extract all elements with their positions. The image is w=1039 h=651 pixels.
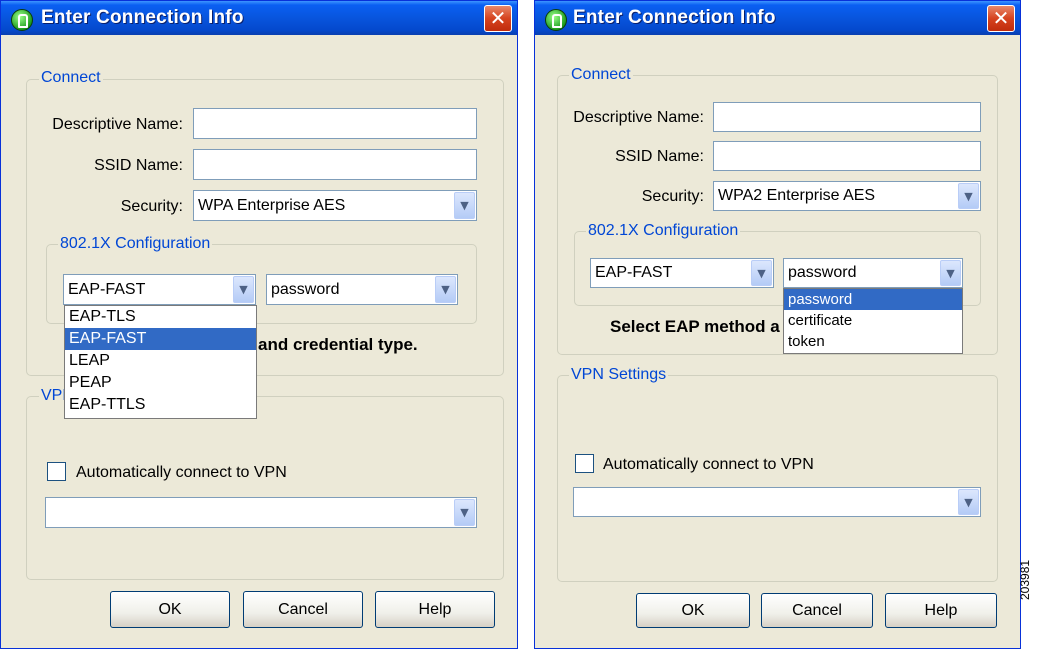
right-ssid-label: SSID Name:	[615, 148, 704, 165]
eap-option-eap-tls[interactable]: EAP-TLS	[65, 306, 256, 328]
left-security-value: WPA Enterprise AES	[198, 196, 346, 214]
right-security-label: Security:	[641, 188, 704, 205]
left-eap-method-value: EAP-FAST	[68, 280, 146, 298]
right-dialog-title: Enter Connection Info	[573, 7, 776, 28]
chevron-down-icon[interactable]: ▼	[454, 192, 475, 219]
chevron-down-icon[interactable]: ▼	[454, 499, 475, 526]
wireless-connection-icon	[545, 9, 567, 31]
chevron-down-icon[interactable]: ▼	[751, 260, 772, 286]
left-close-button[interactable]: ✕	[484, 5, 512, 32]
right-credential-select[interactable]: password ▼	[783, 258, 963, 288]
right-vpn-group	[557, 375, 998, 582]
figure-id: 203981	[1018, 559, 1032, 600]
left-credential-select[interactable]: password ▼	[266, 274, 458, 305]
left-ssid-label: SSID Name:	[94, 157, 183, 174]
right-eap-method-select[interactable]: EAP-FAST ▼	[590, 258, 774, 288]
right-dialog-content: Connect Descriptive Name: SSID Name: Sec…	[539, 35, 1016, 644]
right-connect-group-legend: Connect	[569, 66, 633, 84]
chevron-down-icon[interactable]: ▼	[940, 260, 961, 286]
left-eap-method-list: EAP-TLS EAP-FAST LEAP PEAP EAP-TTLS	[64, 305, 257, 419]
right-auto-vpn-checkbox[interactable]	[575, 454, 594, 473]
credential-option-certificate[interactable]: certificate	[784, 310, 962, 331]
right-8021x-group-legend: 802.1X Configuration	[586, 222, 741, 240]
eap-option-eap-ttls[interactable]: EAP-TTLS	[65, 394, 256, 416]
close-icon: ✕	[489, 6, 507, 30]
left-vpn-select[interactable]: ▼	[45, 497, 477, 528]
eap-option-peap[interactable]: PEAP	[65, 372, 256, 394]
chevron-down-icon[interactable]: ▼	[958, 183, 979, 209]
credential-option-token[interactable]: token	[784, 331, 962, 352]
left-security-select[interactable]: WPA Enterprise AES ▼	[193, 190, 477, 221]
right-ok-button[interactable]: OK	[636, 593, 750, 628]
left-security-label: Security:	[120, 198, 183, 215]
right-credential-list: password certificate token	[783, 288, 963, 354]
right-security-value: WPA2 Enterprise AES	[718, 187, 876, 204]
left-eap-method-select[interactable]: EAP-FAST ▼	[63, 274, 256, 305]
chevron-down-icon[interactable]: ▼	[435, 276, 456, 303]
right-ssid-field[interactable]	[713, 141, 981, 171]
eap-option-leap[interactable]: LEAP	[65, 350, 256, 372]
close-icon: ✕	[992, 6, 1010, 30]
left-ssid-field[interactable]	[193, 149, 477, 180]
eap-option-eap-fast[interactable]: EAP-FAST	[65, 328, 256, 350]
left-dialog-title: Enter Connection Info	[41, 7, 244, 28]
left-dialog: Enter Connection Info ✕ Connect Descript…	[0, 0, 518, 649]
right-help-button[interactable]: Help	[885, 593, 997, 628]
left-descriptive-name-label: Descriptive Name:	[52, 116, 183, 133]
left-instruction-text: and credential type.	[258, 335, 418, 354]
chevron-down-icon[interactable]: ▼	[958, 489, 979, 515]
right-vpn-select[interactable]: ▼	[573, 487, 981, 517]
right-title-bar[interactable]: Enter Connection Info ✕	[535, 1, 1020, 35]
left-connect-group-legend: Connect	[39, 69, 103, 87]
left-auto-vpn-label[interactable]: Automatically connect to VPN	[76, 464, 287, 482]
wireless-connection-icon	[11, 9, 33, 31]
right-cancel-button[interactable]: Cancel	[761, 593, 873, 628]
left-dialog-content: Connect Descriptive Name: SSID Name: Sec…	[5, 35, 513, 644]
left-credential-value: password	[271, 280, 340, 298]
right-descriptive-name-label: Descriptive Name:	[573, 109, 704, 126]
left-descriptive-name-field[interactable]	[193, 108, 477, 139]
right-vpn-group-legend: VPN Settings	[569, 366, 669, 384]
left-ok-button[interactable]: OK	[110, 591, 230, 628]
right-credential-value: password	[788, 264, 857, 281]
left-vpn-group	[26, 396, 504, 580]
right-security-select[interactable]: WPA2 Enterprise AES ▼	[713, 181, 981, 211]
chevron-down-icon[interactable]: ▼	[233, 276, 254, 303]
right-dialog: Enter Connection Info ✕ Connect Descript…	[534, 0, 1021, 649]
credential-option-password[interactable]: password	[784, 289, 962, 310]
left-cancel-button[interactable]: Cancel	[243, 591, 363, 628]
right-instruction-text: Select EAP method a	[610, 317, 780, 336]
left-title-bar[interactable]: Enter Connection Info ✕	[1, 1, 517, 35]
left-8021x-group-legend: 802.1X Configuration	[58, 235, 213, 253]
left-help-button[interactable]: Help	[375, 591, 495, 628]
right-eap-method-value: EAP-FAST	[595, 264, 673, 281]
right-auto-vpn-label[interactable]: Automatically connect to VPN	[603, 456, 814, 474]
right-descriptive-name-field[interactable]	[713, 102, 981, 132]
left-auto-vpn-checkbox[interactable]	[47, 462, 66, 481]
right-close-button[interactable]: ✕	[987, 5, 1015, 32]
